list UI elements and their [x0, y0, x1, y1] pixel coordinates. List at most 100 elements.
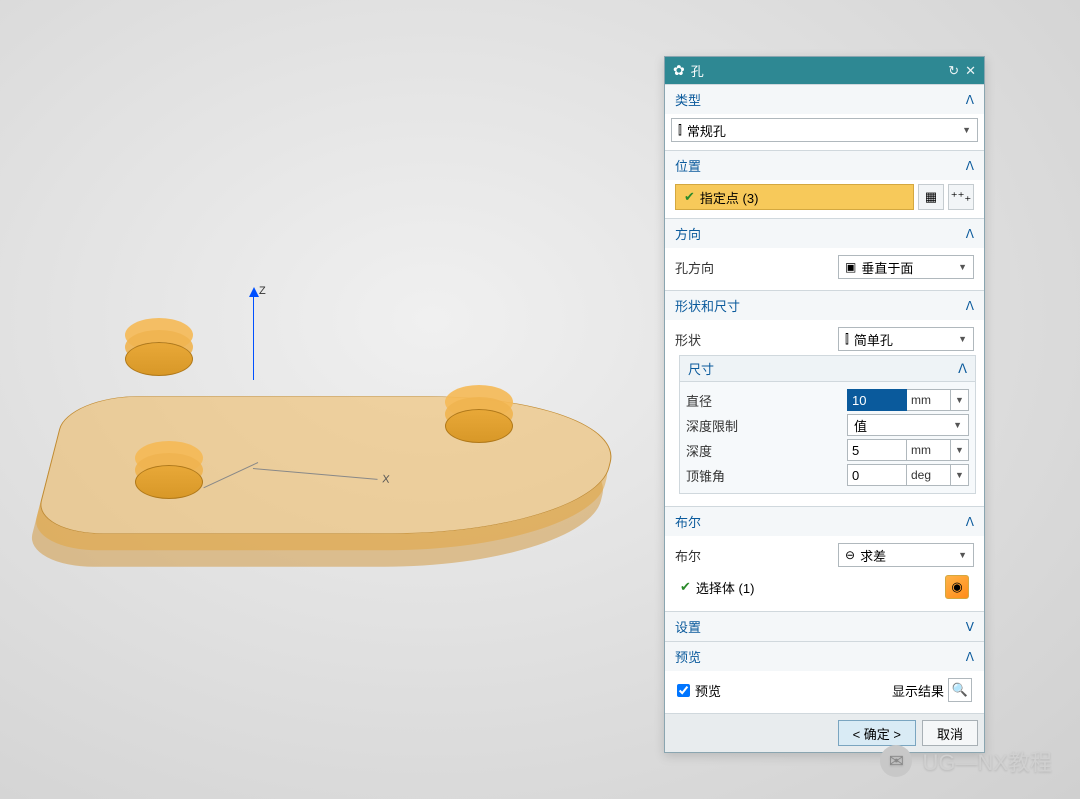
hole-type-value: 常规孔 [687, 121, 726, 140]
tip-angle-input[interactable] [847, 464, 907, 486]
hole-type-dropdown[interactable]: ⫿ 常规孔 ▼ [671, 118, 978, 142]
hole-1 [125, 342, 193, 376]
hole-direction-label: 孔方向 [675, 258, 714, 277]
chevron-down-icon: ▼ [958, 550, 967, 560]
chevron-up-icon: ᐱ [958, 361, 967, 377]
chevron-up-icon: ᐱ [966, 227, 974, 241]
chevron-up-icon: ᐱ [966, 515, 974, 529]
depth-menu-button[interactable]: ▼ [951, 439, 969, 461]
chevron-down-icon: ▼ [958, 262, 967, 272]
tip-angle-menu-button[interactable]: ▼ [951, 464, 969, 486]
chevron-down-icon: ▼ [953, 420, 962, 430]
model-preview [30, 300, 620, 600]
dialog-titlebar[interactable]: ✿ 孔 ↻ ✕ [665, 57, 984, 84]
normal-to-face-icon: ▣ [845, 260, 856, 274]
depth-limit-dropdown[interactable]: 值 ▼ [847, 414, 969, 436]
gear-icon: ✿ [673, 62, 685, 79]
shape-label: 形状 [675, 330, 701, 349]
cancel-button[interactable]: 取消 [922, 720, 978, 746]
close-icon[interactable]: ✕ [965, 63, 976, 79]
chevron-up-icon: ᐱ [966, 299, 974, 313]
hole-3 [135, 465, 203, 499]
depth-label: 深度 [686, 441, 847, 460]
check-icon: ✔ [680, 579, 691, 595]
show-result-label: 显示结果 [892, 681, 944, 700]
points-icon: ⁺⁺₊ [951, 189, 972, 205]
ok-button[interactable]: < 确定 > [838, 720, 916, 746]
diameter-unit[interactable]: mm [907, 389, 951, 411]
section-preview-header[interactable]: 预览 ᐱ [665, 641, 984, 671]
section-settings-header[interactable]: 设置 ᐯ [665, 611, 984, 641]
point-constructor-button[interactable]: ⁺⁺₊ [948, 184, 974, 210]
section-type-body: ⫿ 常规孔 ▼ [665, 114, 984, 150]
hole-type-icon: ⫿ [678, 123, 682, 138]
section-direction-header[interactable]: 方向 ᐱ [665, 218, 984, 248]
depth-limit-value: 值 [854, 416, 867, 435]
hole-direction-value: 垂直于面 [861, 258, 913, 277]
hole-direction-dropdown[interactable]: ▣ 垂直于面 ▼ [838, 255, 974, 279]
section-settings-label: 设置 [675, 617, 701, 636]
chevron-down-icon: ▼ [962, 125, 971, 135]
tip-angle-unit[interactable]: deg [907, 464, 951, 486]
shape-value: 简单孔 [854, 330, 893, 349]
dimensions-body: 直径 mm ▼ 深度限制 值 ▼ 深度 mm ▼ 顶锥角 [679, 382, 976, 494]
section-shape-label: 形状和尺寸 [675, 296, 740, 315]
section-preview-label: 预览 [675, 647, 701, 666]
diameter-input[interactable] [847, 389, 907, 411]
base-plate [32, 396, 627, 534]
preview-checkbox[interactable] [677, 684, 690, 697]
tip-angle-label: 顶锥角 [686, 466, 847, 485]
diameter-label: 直径 [686, 391, 847, 410]
axis-z [253, 290, 254, 380]
shape-dropdown[interactable]: ⫿ 简单孔 ▼ [838, 327, 974, 351]
chevron-up-icon: ᐱ [966, 93, 974, 107]
axis-x [253, 468, 378, 480]
select-body-field[interactable]: ✔ 选择体 (1) ◉ [673, 571, 976, 603]
show-result-button[interactable]: 🔍 [948, 678, 972, 702]
section-preview-body: 预览 显示结果 🔍 [665, 671, 984, 713]
depth-limit-label: 深度限制 [686, 416, 847, 435]
section-position-body: ✔ 指定点 (3) ▦ ⁺⁺₊ [665, 180, 984, 218]
specify-points-field[interactable]: ✔ 指定点 (3) [675, 184, 914, 210]
boolean-value: 求差 [860, 546, 886, 565]
chevron-up-icon: ᐱ [966, 159, 974, 173]
hole-dialog: ✿ 孔 ↻ ✕ 类型 ᐱ ⫿ 常规孔 ▼ 位置 ᐱ ✔ 指定点 (3) ▦ ⁺⁺… [664, 56, 985, 753]
reset-icon[interactable]: ↻ [948, 63, 959, 79]
wechat-icon: ✉ [880, 745, 912, 777]
chevron-down-icon: ᐯ [966, 620, 974, 634]
section-boolean-label: 布尔 [675, 512, 701, 531]
specify-points-label: 指定点 (3) [700, 188, 759, 207]
section-direction-body: 孔方向 ▣ 垂直于面 ▼ [665, 248, 984, 290]
hole-2 [445, 409, 513, 443]
dimensions-subheader[interactable]: 尺寸 ᐱ [679, 355, 976, 382]
section-type-header[interactable]: 类型 ᐱ [665, 84, 984, 114]
section-shape-header[interactable]: 形状和尺寸 ᐱ [665, 290, 984, 320]
sketch-icon: ▦ [925, 189, 937, 205]
select-body-label: 选择体 (1) [696, 578, 755, 597]
section-position-label: 位置 [675, 156, 701, 175]
subtract-icon: ⊖ [845, 548, 855, 562]
axis-y [203, 462, 258, 488]
watermark-text: UG—NX教程 [922, 745, 1052, 777]
section-direction-label: 方向 [675, 224, 701, 243]
dimensions-label: 尺寸 [688, 359, 714, 378]
section-boolean-body: 布尔 ⊖ 求差 ▼ ✔ 选择体 (1) ◉ [665, 536, 984, 611]
dialog-title: 孔 [691, 61, 704, 80]
section-shape-body: 形状 ⫿ 简单孔 ▼ 尺寸 ᐱ 直径 mm ▼ 深度限制 值 ▼ [665, 320, 984, 506]
sketch-icon-button[interactable]: ▦ [918, 184, 944, 210]
chevron-up-icon: ᐱ [966, 650, 974, 664]
simple-hole-icon: ⫿ [845, 332, 849, 347]
chevron-down-icon: ▼ [958, 334, 967, 344]
depth-unit[interactable]: mm [907, 439, 951, 461]
boolean-dropdown[interactable]: ⊖ 求差 ▼ [838, 543, 974, 567]
boolean-label: 布尔 [675, 546, 701, 565]
depth-input[interactable] [847, 439, 907, 461]
check-icon: ✔ [684, 189, 695, 205]
preview-checkbox-label: 预览 [695, 681, 721, 700]
section-boolean-header[interactable]: 布尔 ᐱ [665, 506, 984, 536]
section-position-header[interactable]: 位置 ᐱ [665, 150, 984, 180]
body-icon: ◉ [945, 575, 969, 599]
watermark: ✉ UG—NX教程 [880, 745, 1052, 777]
section-type-label: 类型 [675, 90, 701, 109]
diameter-menu-button[interactable]: ▼ [951, 389, 969, 411]
